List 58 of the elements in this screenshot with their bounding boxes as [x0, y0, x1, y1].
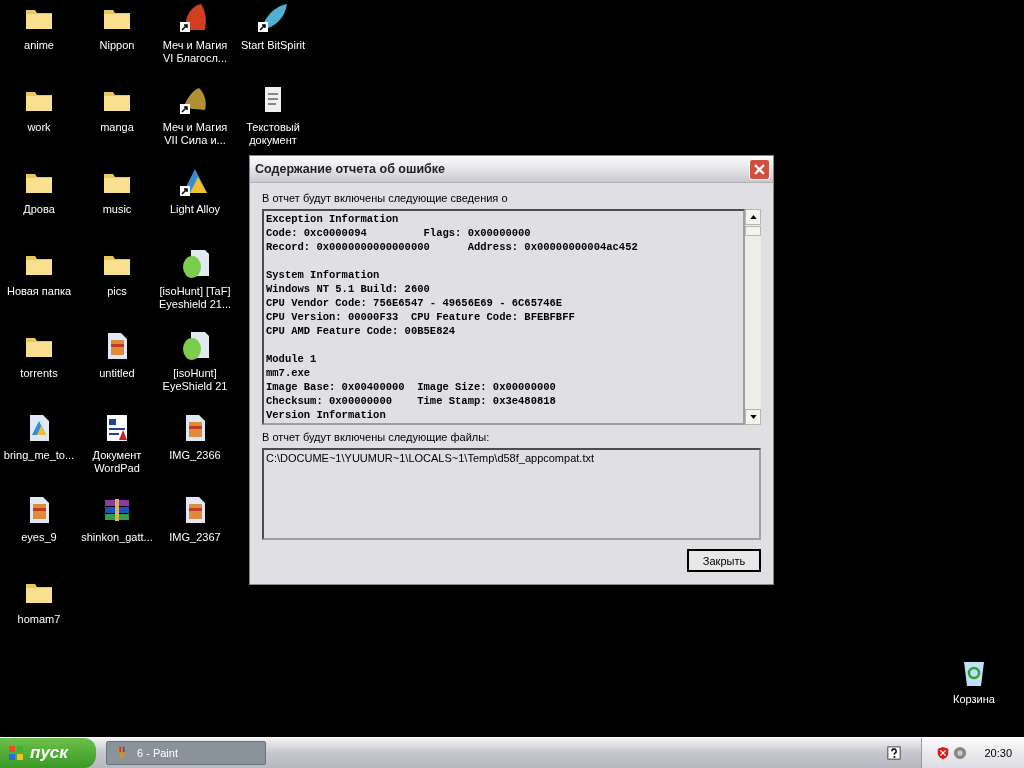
scrollbar[interactable]	[745, 209, 761, 425]
icon-label: music	[102, 203, 132, 216]
icon-label: Новая папка	[6, 285, 72, 298]
report-line: Checksum: 0x00000000 Time Stamp: 0x3e480818	[266, 394, 557, 408]
report-line: Module 1	[266, 352, 318, 366]
help-icon[interactable]	[887, 746, 902, 760]
icon-label: Документ WordPad	[91, 449, 143, 475]
icon-label: Корзина	[953, 693, 995, 706]
speaker-icon[interactable]	[953, 746, 968, 760]
report-line: Windows NT 5.1 Build: 2600	[266, 282, 431, 296]
icon-label: torrents	[20, 367, 58, 380]
file-path: C:\DOCUME~1\YUUMUR~1\LOCALS~1\Temp\d58f_appcompat.txt	[266, 451, 595, 465]
icon-label: homam7	[17, 613, 61, 626]
icon-label: Текстовый документ	[245, 121, 301, 147]
report-line: Image Base: 0x00400000 Image Size: 0x00000000	[266, 380, 557, 394]
close-dialog-button[interactable]: Закрыть	[687, 549, 761, 572]
shield-icon[interactable]	[936, 746, 951, 760]
clock: 20:30	[984, 747, 1012, 759]
icon-label: IMG_2367	[169, 531, 221, 544]
report-line: Code: 0xc0000094 Flags: 0x00000000	[266, 226, 532, 240]
icon-label: shinkon_gatt...	[81, 531, 153, 544]
icon-label: Дрова	[23, 203, 55, 216]
icon-label: eyes_9	[21, 531, 57, 544]
icon-label: Меч и Магия VII Сила и...	[161, 121, 229, 147]
scroll-down-icon[interactable]	[745, 409, 761, 425]
details-label: В отчет будут включены следующие сведения о	[262, 192, 509, 206]
icon-label: Меч и Магия VI Благосл...	[161, 39, 229, 65]
details-text-area[interactable]	[262, 209, 745, 425]
icon-label: manga	[100, 121, 134, 134]
files-label: В отчет будут включены следующие файлы:	[262, 431, 491, 445]
icon-label: Start BitSpirit	[240, 39, 306, 52]
icon-label: anime	[24, 39, 54, 52]
windows-logo-icon	[8, 745, 24, 761]
close-button[interactable]	[749, 158, 770, 180]
icon-label: pics	[107, 285, 127, 298]
report-line: System Information	[266, 268, 381, 282]
report-line: Exception Information	[266, 212, 400, 226]
report-line: CPU Version: 00000F33 CPU Feature Code: BFEBFBFF	[266, 310, 576, 324]
icon-label: IMG_2366	[169, 449, 221, 462]
icon-label: untitled	[99, 367, 135, 380]
icon-label: Nippon	[99, 39, 135, 52]
scroll-thumb[interactable]	[745, 226, 761, 236]
close-icon	[754, 163, 765, 175]
files-list[interactable]: C:\DOCUME~1\YUUMUR~1\LOCALS~1\Temp\d58f_appcompat.txt	[262, 448, 761, 540]
icon-label: work	[27, 121, 51, 134]
report-line: CPU Vendor Code: 756E6547 - 49656E69 - 6C65746E	[266, 296, 564, 310]
icon-label: [isoHunt] EyeShield 21	[161, 367, 229, 393]
report-line: Version Information	[266, 408, 387, 422]
icon-label: bring_me_to...	[3, 449, 75, 462]
icon-label: Light Alloy	[169, 203, 221, 216]
report-line: CPU AMD Feature Code: 00B5E824	[266, 324, 457, 338]
paint-brushes-icon	[115, 746, 129, 760]
window-title: Содержание отчета об ошибке	[255, 162, 445, 176]
feather-icon[interactable]	[257, 2, 289, 34]
scroll-up-icon[interactable]	[745, 209, 761, 225]
report-line: mm7.exe	[266, 366, 312, 380]
icon-label: [isoHunt] [TaF] Eyeshield 21...	[157, 285, 233, 311]
report-line: Record: 0x0000000000000000 Address: 0x00000000004ac452	[266, 240, 639, 254]
